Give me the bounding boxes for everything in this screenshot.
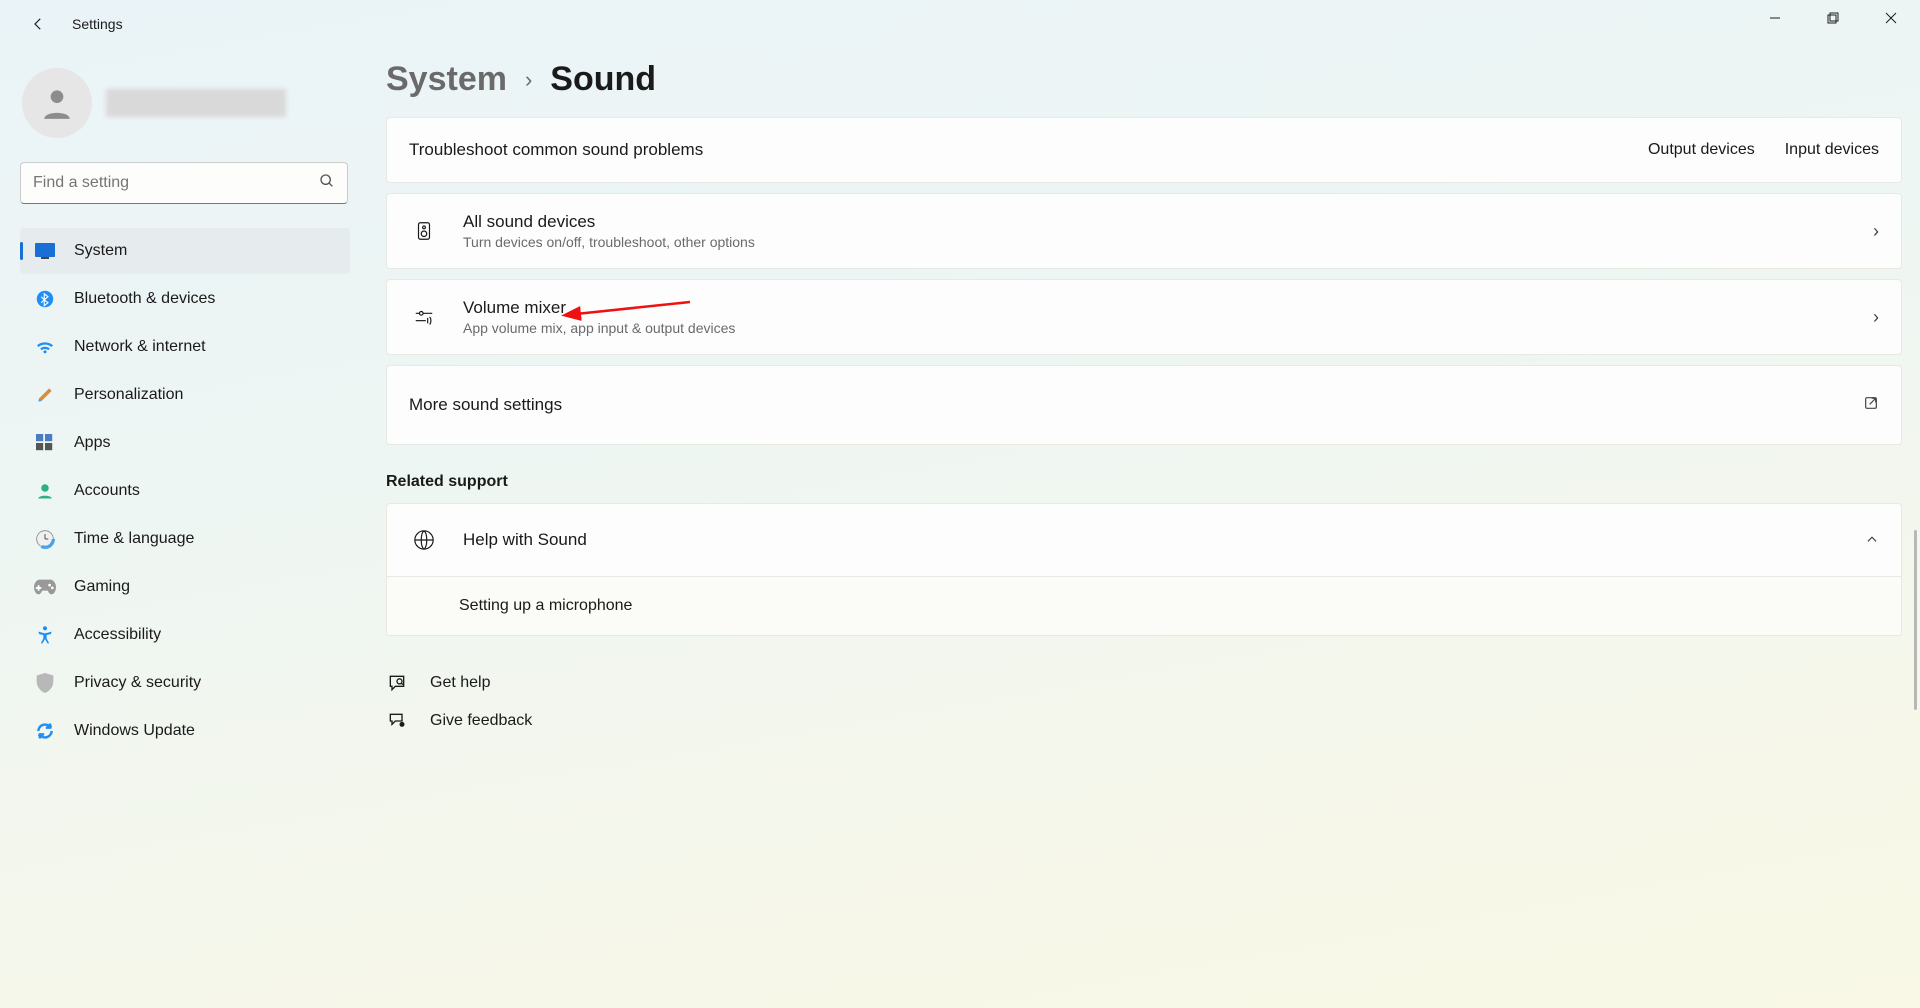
chevron-right-icon: ›: [1873, 221, 1879, 242]
breadcrumb-parent[interactable]: System: [386, 60, 507, 99]
related-support-header: Related support: [386, 473, 1902, 491]
nav-label: Gaming: [74, 578, 130, 596]
mixer-icon: [409, 306, 439, 328]
search-icon: [319, 173, 335, 194]
nav-label: Accounts: [74, 482, 140, 500]
nav-item-gaming[interactable]: Gaming: [20, 564, 350, 610]
more-sound-settings-row[interactable]: More sound settings: [386, 365, 1902, 445]
person-icon: [34, 480, 56, 502]
troubleshoot-label: Troubleshoot common sound problems: [409, 140, 1648, 160]
nav-label: Bluetooth & devices: [74, 290, 215, 308]
search-input[interactable]: [33, 174, 319, 192]
bottom-links: Get help Give feedback: [386, 664, 1902, 740]
help-with-sound-header[interactable]: Help with Sound: [387, 504, 1901, 576]
chevron-right-icon: ›: [1873, 307, 1879, 328]
nav-label: Personalization: [74, 386, 183, 404]
nav-item-bluetooth[interactable]: Bluetooth & devices: [20, 276, 350, 322]
nav-item-apps[interactable]: Apps: [20, 420, 350, 466]
external-link-icon: [1863, 395, 1879, 416]
feedback-icon: [386, 711, 408, 731]
nav-label: Privacy & security: [74, 674, 201, 692]
title-bar: Settings: [0, 0, 1920, 48]
help-item-mic[interactable]: Setting up a microphone: [387, 576, 1901, 635]
give-feedback-link[interactable]: Give feedback: [386, 702, 1902, 740]
wifi-icon: [34, 336, 56, 358]
more-sound-title: More sound settings: [409, 395, 1855, 415]
nav-item-accounts[interactable]: Accounts: [20, 468, 350, 514]
main-content: System › Sound Troubleshoot common sound…: [386, 60, 1902, 740]
get-help-link[interactable]: Get help: [386, 664, 1902, 702]
troubleshoot-panel: Troubleshoot common sound problems Outpu…: [386, 117, 1902, 183]
nav-item-privacy[interactable]: Privacy & security: [20, 660, 350, 706]
nav-item-personalization[interactable]: Personalization: [20, 372, 350, 418]
nav-label: Network & internet: [74, 338, 206, 356]
volume-mixer-title: Volume mixer: [463, 298, 1865, 318]
get-help-label: Get help: [430, 674, 490, 692]
back-button[interactable]: [18, 4, 58, 44]
brush-icon: [34, 384, 56, 406]
input-devices-button[interactable]: Input devices: [1785, 141, 1879, 159]
nav-label: Windows Update: [74, 722, 195, 740]
help-chat-icon: [386, 673, 408, 693]
all-sound-devices-row[interactable]: All sound devices Turn devices on/off, t…: [386, 193, 1902, 269]
user-name-redacted: [106, 89, 286, 117]
nav-label: Apps: [74, 434, 110, 452]
close-button[interactable]: [1862, 0, 1920, 36]
nav-item-accessibility[interactable]: Accessibility: [20, 612, 350, 658]
app-title: Settings: [72, 16, 123, 32]
accessibility-icon: [34, 624, 56, 646]
speaker-icon: [409, 220, 439, 242]
shield-icon: [34, 672, 56, 694]
help-with-sound-title: Help with Sound: [463, 530, 1857, 550]
nav-item-network[interactable]: Network & internet: [20, 324, 350, 370]
give-feedback-label: Give feedback: [430, 712, 532, 730]
nav-label: System: [74, 242, 127, 260]
clock-icon: [34, 528, 56, 550]
help-with-sound-panel: Help with Sound Setting up a microphone: [386, 503, 1902, 636]
volume-mixer-sub: App volume mix, app input & output devic…: [463, 320, 1865, 336]
page-title: Sound: [550, 60, 656, 99]
output-devices-button[interactable]: Output devices: [1648, 141, 1755, 159]
nav-label: Time & language: [74, 530, 194, 548]
minimize-button[interactable]: [1746, 0, 1804, 36]
apps-icon: [34, 432, 56, 454]
all-sound-devices-sub: Turn devices on/off, troubleshoot, other…: [463, 234, 1865, 250]
nav-item-time[interactable]: Time & language: [20, 516, 350, 562]
volume-mixer-row[interactable]: Volume mixer App volume mix, app input &…: [386, 279, 1902, 355]
all-sound-devices-title: All sound devices: [463, 212, 1865, 232]
window-controls: [1746, 0, 1920, 40]
system-icon: [34, 240, 56, 262]
nav-label: Accessibility: [74, 626, 161, 644]
chevron-up-icon: [1865, 530, 1879, 551]
maximize-button[interactable]: [1804, 0, 1862, 36]
nav-list: System Bluetooth & devices Network & int…: [20, 228, 350, 754]
update-icon: [34, 720, 56, 742]
sidebar: System Bluetooth & devices Network & int…: [20, 68, 350, 754]
user-row[interactable]: [20, 68, 350, 138]
nav-item-system[interactable]: System: [20, 228, 350, 274]
avatar: [22, 68, 92, 138]
gamepad-icon: [34, 576, 56, 598]
nav-item-update[interactable]: Windows Update: [20, 708, 350, 754]
scrollbar-thumb[interactable]: [1914, 530, 1917, 710]
search-field[interactable]: [20, 162, 348, 204]
globe-help-icon: [409, 529, 439, 551]
breadcrumb: System › Sound: [386, 60, 1902, 99]
chevron-right-icon: ›: [525, 67, 532, 93]
bluetooth-icon: [34, 288, 56, 310]
